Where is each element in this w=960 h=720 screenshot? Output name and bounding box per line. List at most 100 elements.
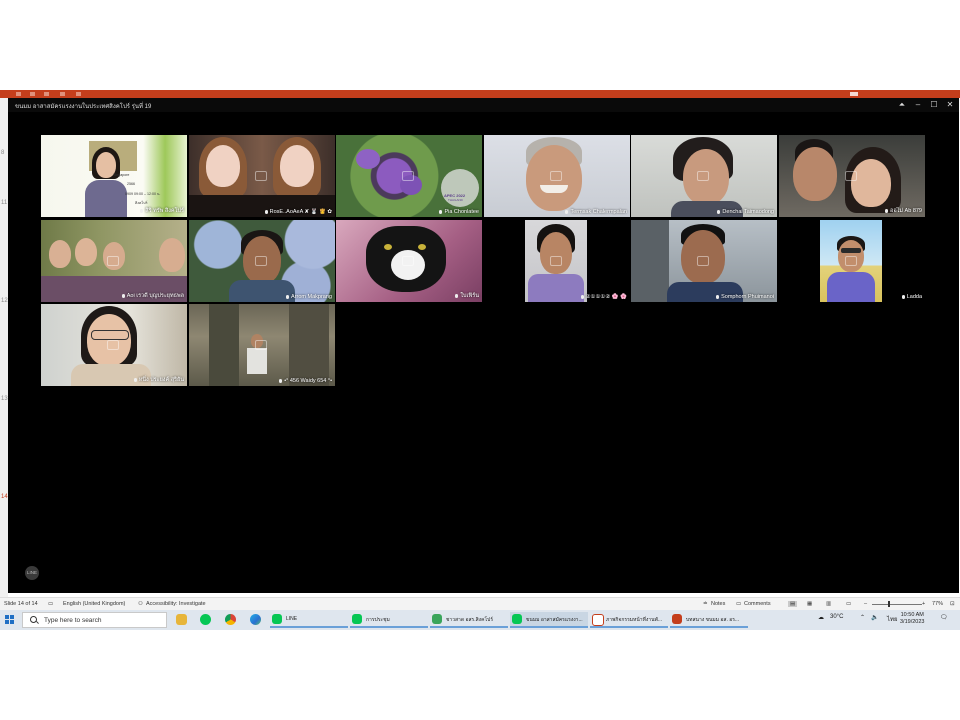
taskbar-app-label: ภาพกิจกรรมหน้าที่งานพั... <box>606 617 662 623</box>
taskbar-search-input[interactable]: Type here to search <box>22 612 167 628</box>
camera-icon <box>697 171 709 181</box>
taskbar-app-meeting[interactable]: การประชุม <box>350 612 428 628</box>
participant-tile[interactable]: หนึ่ง ประยงค์ สุริยัน <box>41 304 187 386</box>
participant-tile[interactable]: Singapore 2566 0909 09:00 – 12:00 น. สิง… <box>41 135 187 217</box>
chrome-icon[interactable] <box>225 614 236 625</box>
participant-tile[interactable]: Aoi เรวดี บุญประยุทธพล <box>41 220 187 302</box>
taskbar-app-group[interactable]: ชาวสาด อสร.สิงคโปร์ <box>430 612 508 628</box>
zoom-in-button[interactable]: + <box>922 601 925 607</box>
camera-icon <box>402 256 414 266</box>
slide-text-line: 0909 09:00 – 12:00 น. <box>125 192 161 196</box>
weather-icon[interactable]: ☁ <box>818 614 824 621</box>
slide-text-line: 2566 <box>127 182 135 186</box>
taskbar-app-label: การประชุม <box>366 617 390 623</box>
slideshow-button[interactable]: ▭ <box>846 601 851 607</box>
notification-icon[interactable]: 🗨 <box>940 614 948 621</box>
group-icon <box>432 614 442 624</box>
camera-icon <box>255 340 267 350</box>
participant-tile[interactable]: Ladda <box>779 220 925 302</box>
clock-date: 3/19/2023 <box>900 619 925 625</box>
tray-overflow-icon[interactable]: ⌃ <box>860 614 865 621</box>
mic-icon <box>121 294 125 298</box>
camera-icon <box>697 256 709 266</box>
zoom-level[interactable]: 77% <box>932 601 943 607</box>
qat-undo-icon[interactable] <box>30 92 35 96</box>
camera-icon <box>845 256 857 266</box>
mic-icon <box>439 210 443 214</box>
camera-icon <box>845 171 857 181</box>
comments-button[interactable]: Comments <box>744 601 771 607</box>
participant-name: •° 456 Waidy 654 °• <box>284 378 332 384</box>
taskbar-app-call[interactable]: ขนมม อาสาสมัครแรงงา... <box>510 612 588 628</box>
participant-tile[interactable]: Arrom Makprang <box>189 220 335 302</box>
participant-tile[interactable]: APEC 2022 THAILAND Pia Chonlatee <box>336 135 482 217</box>
input-language[interactable]: ไทย <box>887 614 898 624</box>
participant-tile[interactable]: RosE..AoAeA ✘ 🐰 👸 ✿ <box>189 135 335 217</box>
slide-sorter-button[interactable]: ▦ <box>807 601 812 607</box>
taskbar-app-label: บทสนาง ขนมม อส. อร... <box>686 617 740 623</box>
call-titlebar: ขนมม อาสาสมัครแรงงานในประเทศสิงคโปร์ รุ่… <box>8 98 959 112</box>
qat-present-icon[interactable] <box>60 92 65 96</box>
camera-icon <box>107 340 119 350</box>
slide-counter: Slide 14 of 14 <box>4 601 38 607</box>
slide-number: 12 <box>1 298 8 304</box>
taskbar-app-line[interactable]: LINE <box>270 612 348 628</box>
call-title: ขนมม อาสาสมัครแรงงานในประเทศสิงคโปร์ รุ่… <box>15 104 152 110</box>
participant-tile[interactable]: Somphorn Phuimanoi <box>631 220 777 302</box>
participant-name: ใบเฟิร์น <box>460 293 479 299</box>
qat-redo-icon[interactable] <box>44 92 49 96</box>
participant-tile[interactable]: Denchai Taimaodong <box>631 135 777 217</box>
mic-icon <box>286 295 290 299</box>
speaker-icon[interactable]: 🔈 <box>871 614 878 621</box>
zoom-out-button[interactable]: – <box>864 601 867 607</box>
normal-view-button[interactable]: ▤ <box>788 601 798 607</box>
windows-start-icon[interactable] <box>5 615 15 625</box>
accessibility-icon: ⚇ <box>138 601 143 607</box>
participant-tile[interactable]: Termsak Chalermpalan <box>484 135 630 217</box>
qat-more-icon[interactable] <box>76 92 81 96</box>
line-icon <box>272 614 282 624</box>
mic-icon <box>901 295 905 299</box>
minimize-button[interactable]: – <box>913 99 923 111</box>
pin-icon[interactable]: ⏶ <box>897 99 907 111</box>
line-icon <box>352 614 362 624</box>
close-button[interactable]: ✕ <box>945 99 955 111</box>
qat-save-icon[interactable] <box>16 92 21 96</box>
zoom-slider-handle[interactable] <box>888 601 890 607</box>
accessibility-status[interactable]: Accessibility: Investigate <box>146 601 206 607</box>
taskbar-clock[interactable]: 10:50 AM 3/19/2023 <box>900 612 924 626</box>
fit-slide-button[interactable]: ⊡ <box>950 601 955 607</box>
language-indicator[interactable]: English (United Kingdom) <box>63 601 125 607</box>
line-app-icon[interactable] <box>200 614 211 625</box>
account-avatar[interactable] <box>850 92 858 96</box>
taskbar-app-powerpoint[interactable]: บทสนาง ขนมม อส. อร... <box>670 612 748 628</box>
mic-icon <box>264 210 268 214</box>
slide-thumbnail-gutter: 8 11 12 13 14 <box>0 98 8 598</box>
weather-temp[interactable]: 30°C <box>830 614 843 620</box>
document-icon <box>592 614 604 626</box>
reading-view-button[interactable]: ▥ <box>826 601 831 607</box>
participant-name: ②①①①② 🌸 🌸 <box>585 294 627 300</box>
participant-name: Pia Chonlatee <box>444 209 479 215</box>
comments-icon: ▭ <box>736 601 742 607</box>
taskbar-app-label: ขนมม อาสาสมัครแรงงา... <box>526 617 583 623</box>
participant-tile[interactable]: •° 456 Waidy 654 °• <box>189 304 335 386</box>
zoom-slider[interactable] <box>872 604 922 605</box>
mic-icon <box>140 209 144 213</box>
participant-name: ออไม่ Ab 879 <box>890 208 922 214</box>
edge-icon[interactable] <box>250 614 261 625</box>
notes-button[interactable]: Notes <box>711 601 725 607</box>
maximize-button[interactable]: ☐ <box>929 99 939 111</box>
taskbar-app-photos[interactable]: ภาพกิจกรรมหน้าที่งานพั... <box>590 612 668 628</box>
mic-icon <box>565 210 569 214</box>
participant-tile[interactable]: ②①①①② 🌸 🌸 <box>484 220 630 302</box>
participant-name: หนึ่ง ประยงค์ สุริยัน <box>138 377 184 383</box>
file-explorer-icon[interactable] <box>176 614 187 625</box>
participant-tile[interactable]: ออไม่ Ab 879 <box>779 135 925 217</box>
camera-icon <box>107 256 119 266</box>
participant-tile[interactable]: ใบเฟิร์น <box>336 220 482 302</box>
spellcheck-icon[interactable]: ▭ <box>48 601 53 607</box>
mic-icon <box>133 378 137 382</box>
notes-icon: ≐ <box>703 601 708 607</box>
mic-icon <box>455 294 459 298</box>
